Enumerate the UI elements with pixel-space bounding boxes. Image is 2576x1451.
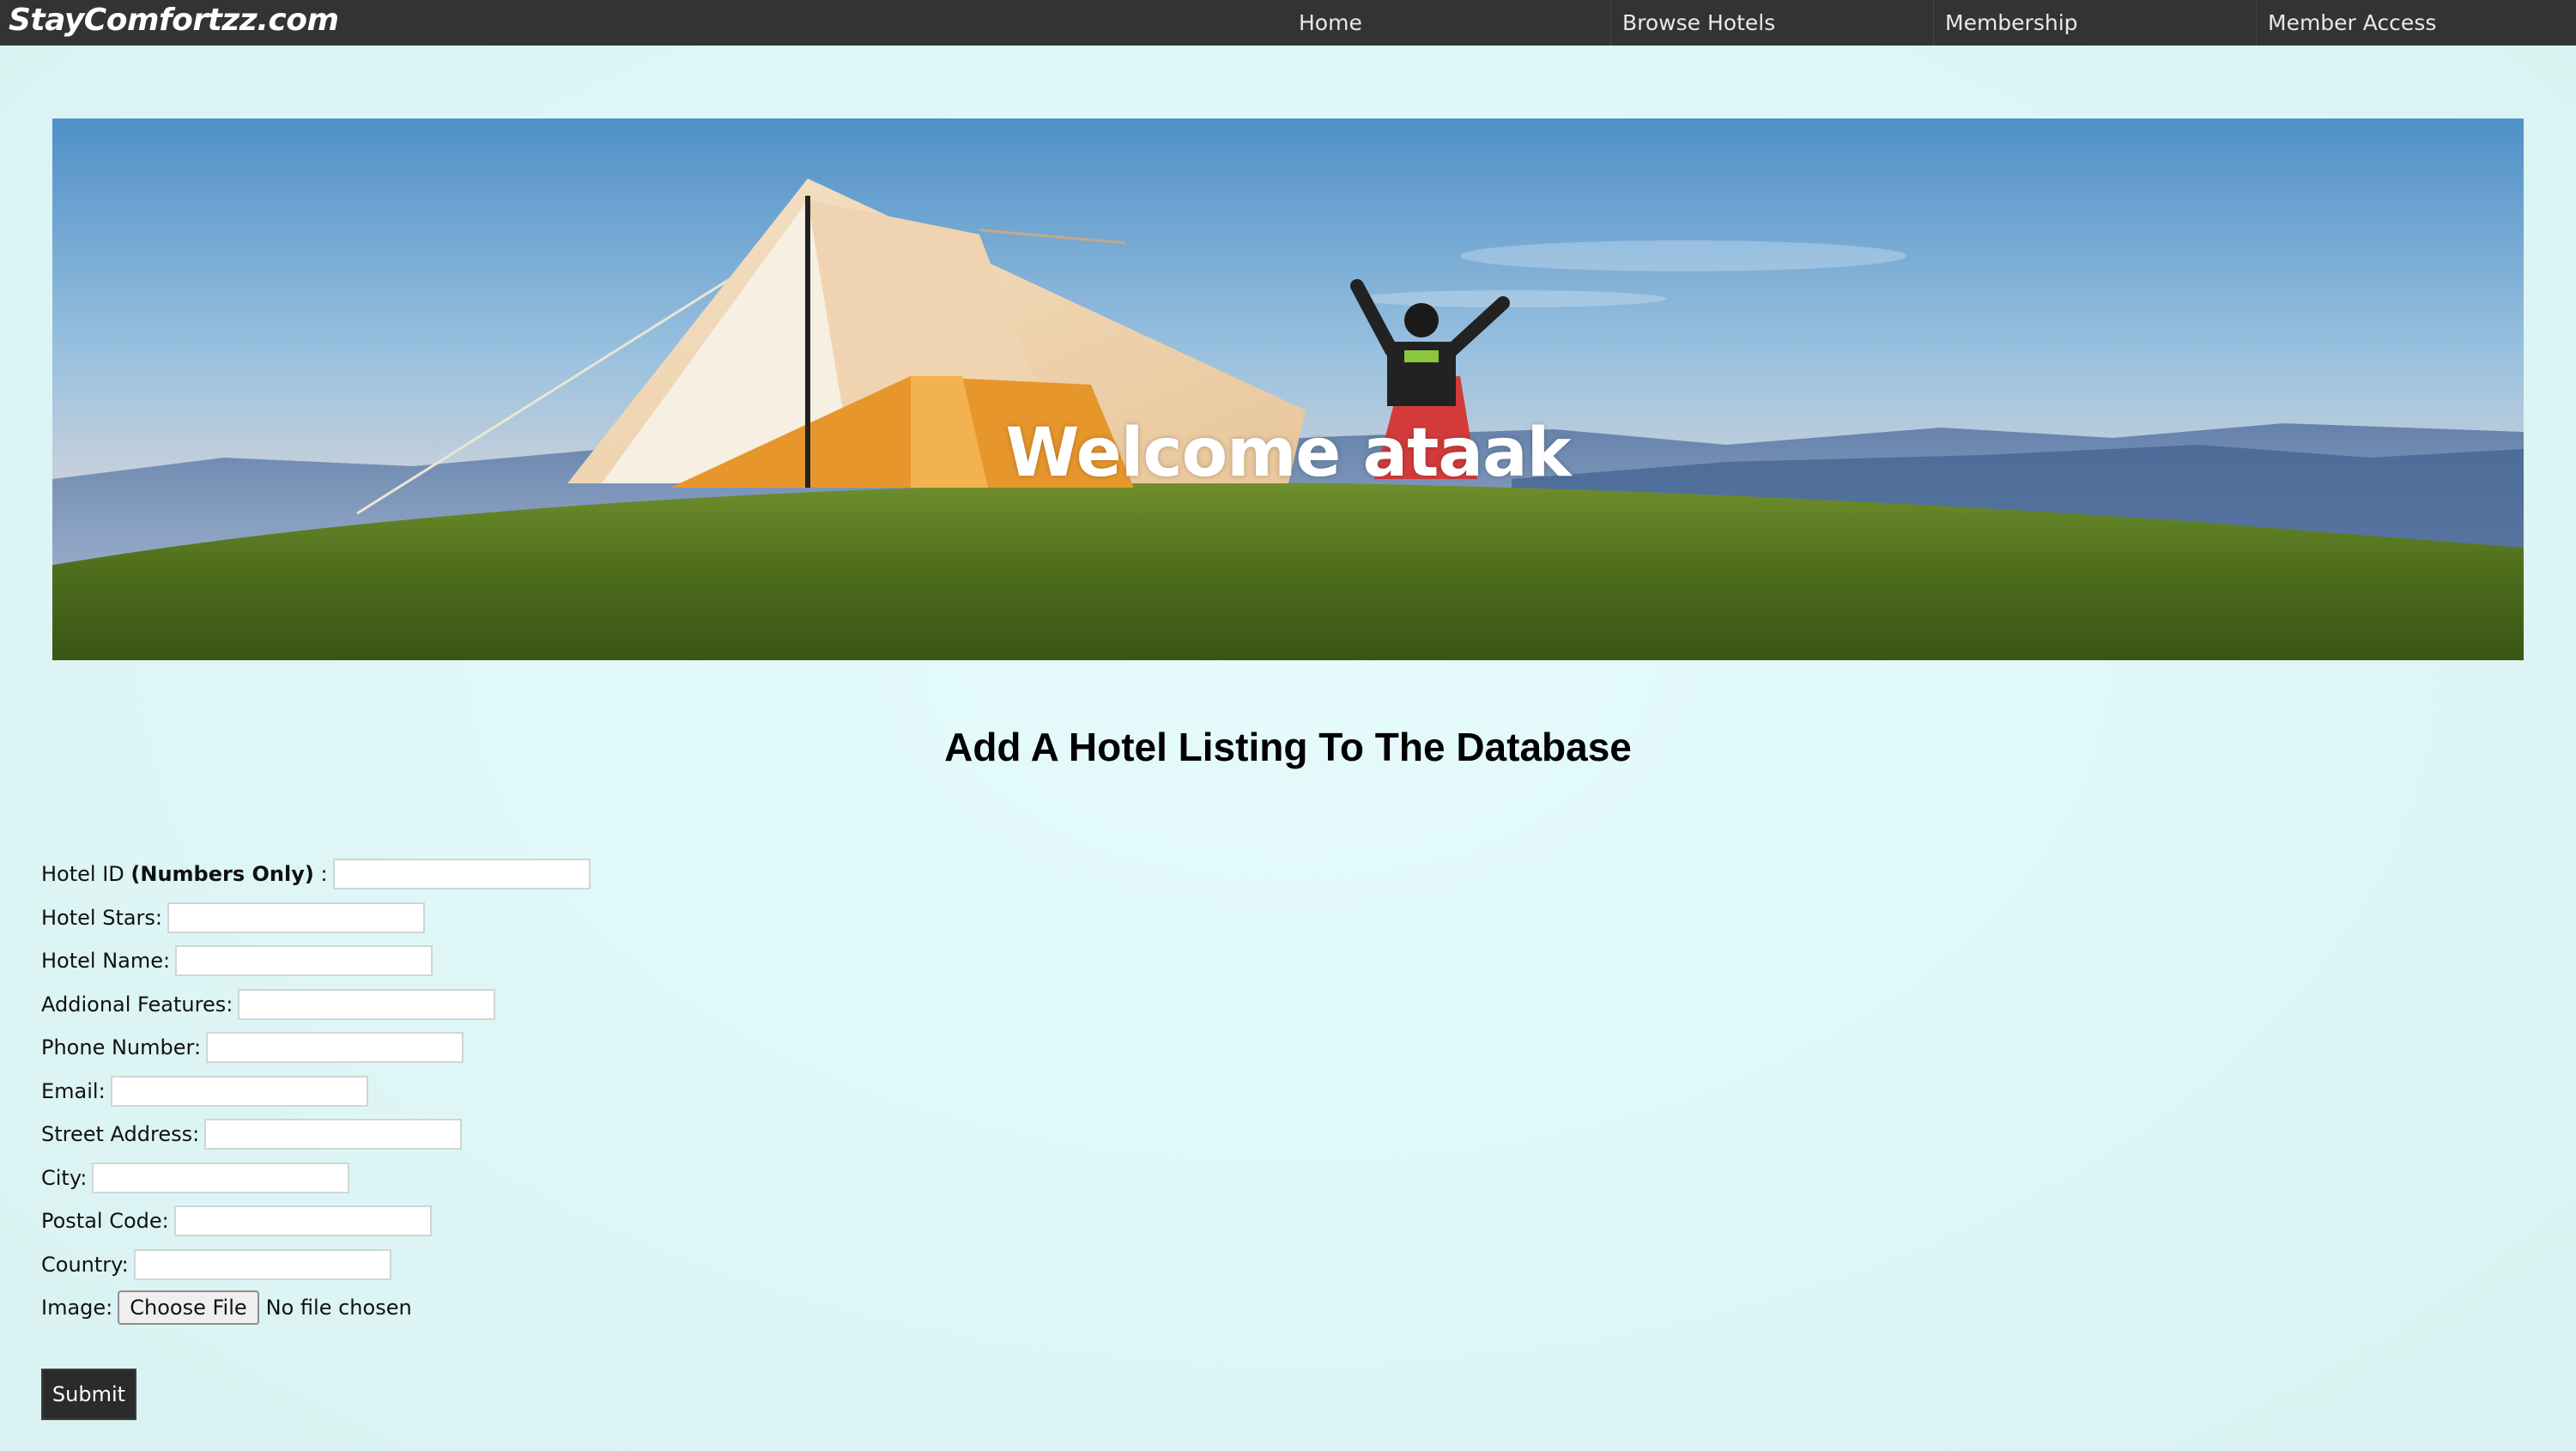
site-logo[interactable]: StayComfortzz.com [9,2,339,39]
image-row: Image: Choose File No file chosen [41,1286,591,1330]
hotel-name-input[interactable] [175,945,433,977]
postal-code-input[interactable] [173,1205,432,1237]
hotel-id-row: Hotel ID (Numbers Only) : [41,853,591,896]
city-input[interactable] [92,1162,350,1193]
city-label: City: [41,1165,88,1190]
street-address-label: Street Address: [41,1122,200,1147]
street-address-row: Street Address: [41,1113,591,1157]
hotel-id-label-text: Hotel ID [41,862,124,887]
nav-membership[interactable]: Membership [1933,0,2256,46]
top-navbar: StayComfortzz.com Home Browse Hotels Mem… [0,0,2576,46]
postal-code-label: Postal Code: [41,1209,169,1234]
country-row: Country: [41,1243,591,1287]
hotel-stars-label: Hotel Stars: [41,905,163,930]
hotel-id-label: Hotel ID (Numbers Only) : [41,862,328,886]
additional-features-label: Addional Features: [41,992,233,1017]
hotel-stars-input[interactable] [167,902,426,933]
welcome-title: Welcome ataak [1005,415,1571,492]
hotel-id-hint: (Numbers Only) [130,862,314,887]
page-title: Add A Hotel Listing To The Database [944,725,1632,769]
nav-home[interactable]: Home [1288,0,1610,46]
email-row: Email: [41,1070,591,1114]
additional-features-input[interactable] [238,988,496,1020]
hotel-name-row: Hotel Name: [41,939,591,983]
email-label: Email: [41,1078,106,1103]
hotel-stars-row: Hotel Stars: [41,896,591,940]
phone-number-input[interactable] [206,1032,464,1064]
file-status-text: No file chosen [265,1296,412,1320]
phone-number-label: Phone Number: [41,1035,202,1060]
country-label: Country: [41,1252,129,1277]
image-label: Image: [41,1296,113,1320]
email-input[interactable] [110,1075,368,1107]
choose-file-button[interactable]: Choose File [118,1290,259,1326]
hero-image [52,118,2524,660]
additional-features-row: Addional Features: [41,983,591,1027]
hotel-id-colon: : [320,862,328,887]
phone-number-row: Phone Number: [41,1026,591,1070]
hotel-id-input[interactable] [332,859,591,890]
hero-banner: Welcome ataak [52,118,2524,660]
hotel-name-label: Hotel Name: [41,949,171,974]
nav-browse-hotels[interactable]: Browse Hotels [1610,0,1933,46]
street-address-input[interactable] [204,1119,463,1150]
nav-member-access[interactable]: Member Access [2256,0,2576,46]
postal-code-row: Postal Code: [41,1199,591,1243]
city-row: City: [41,1157,591,1200]
add-hotel-form: Hotel ID (Numbers Only) : Hotel Stars: H… [41,853,591,1330]
submit-button[interactable]: Submit [41,1369,136,1420]
country-input[interactable] [133,1248,391,1280]
